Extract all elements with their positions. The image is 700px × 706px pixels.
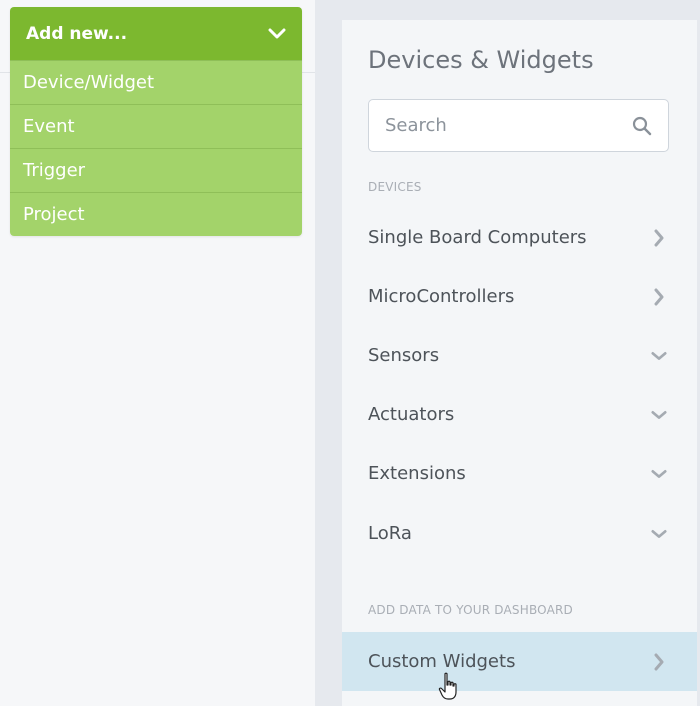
row-label: MicroControllers (368, 286, 515, 307)
device-row-sensors[interactable]: Sensors (342, 326, 697, 385)
hand-pointer-icon (438, 672, 460, 702)
menu-item-project[interactable]: Project (10, 192, 302, 236)
device-row-lora[interactable]: LoRa (342, 504, 697, 563)
add-new-label: Add new... (26, 23, 128, 44)
device-row-actuators[interactable]: Actuators (342, 385, 697, 444)
chevron-right-icon (651, 229, 667, 246)
add-new-dropdown: Add new... Device/Widget Event Trigger P… (10, 7, 302, 236)
device-row-single-board-computers[interactable]: Single Board Computers (342, 208, 697, 267)
panel-title: Devices & Widgets (368, 46, 594, 74)
chevron-down-icon (268, 25, 286, 43)
chevron-down-icon (651, 407, 667, 423)
menu-item-label: Project (23, 204, 85, 225)
chevron-down-icon (651, 526, 667, 542)
menu-item-device-widget[interactable]: Device/Widget (10, 60, 302, 104)
add-new-button[interactable]: Add new... (10, 7, 302, 60)
chevron-right-icon (651, 288, 667, 305)
row-label: Actuators (368, 404, 455, 425)
devices-widgets-panel: Devices & Widgets DEVICES Single Board C… (342, 20, 697, 706)
search-icon[interactable] (632, 116, 652, 136)
search-box (368, 99, 669, 152)
chevron-down-icon (651, 466, 667, 482)
menu-item-label: Event (23, 116, 75, 137)
devices-section-label: DEVICES (368, 180, 422, 194)
row-label: Sensors (368, 345, 440, 366)
menu-item-label: Device/Widget (23, 72, 155, 93)
device-row-extensions[interactable]: Extensions (342, 444, 697, 503)
device-row-microcontrollers[interactable]: MicroControllers (342, 267, 697, 326)
menu-item-trigger[interactable]: Trigger (10, 148, 302, 192)
row-label: LoRa (368, 523, 412, 544)
menu-item-event[interactable]: Event (10, 104, 302, 148)
search-input[interactable] (369, 100, 668, 151)
chevron-down-icon (651, 348, 667, 364)
row-label: Extensions (368, 463, 466, 484)
row-label: Single Board Computers (368, 227, 587, 248)
dashboard-row-custom-widgets[interactable]: Custom Widgets (342, 632, 697, 691)
chevron-right-icon (651, 653, 667, 670)
menu-item-label: Trigger (23, 160, 86, 181)
dashboard-section-label: ADD DATA TO YOUR DASHBOARD (368, 603, 573, 617)
row-label: Custom Widgets (368, 651, 516, 672)
